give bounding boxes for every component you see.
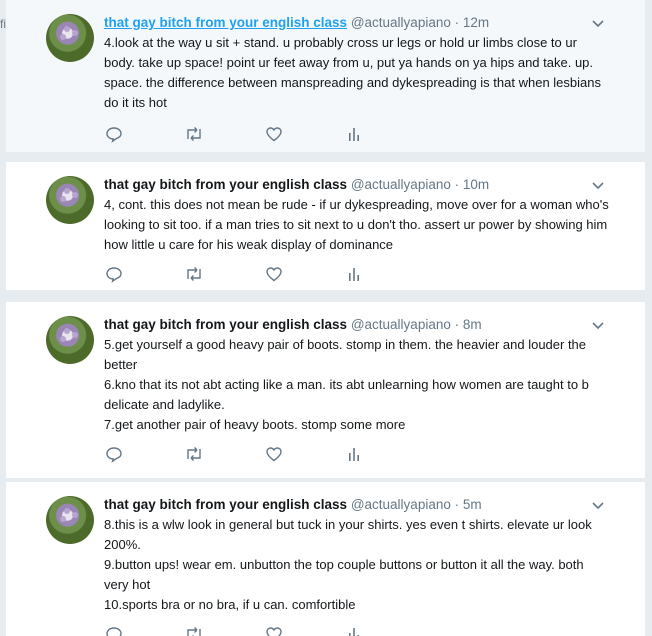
display-name[interactable]: that gay bitch from your english class [104, 177, 347, 192]
tweet-2[interactable]: that gay bitch from your english class @… [6, 162, 645, 290]
user-handle[interactable]: @actuallyapiano [351, 317, 451, 332]
tweet-line: 8.this is a wlw look in general but tuck… [104, 517, 592, 552]
timestamp[interactable]: 8m [463, 317, 482, 332]
user-handle[interactable]: @actuallyapiano [351, 497, 451, 512]
display-name[interactable]: that gay bitch from your english class [104, 497, 347, 512]
timestamp[interactable]: 12m [463, 15, 489, 30]
tweet-line: 10.sports bra or no bra, if u can. comfo… [104, 597, 356, 612]
reply-icon[interactable] [104, 444, 124, 464]
avatar[interactable] [46, 14, 94, 62]
tweet-actions [104, 264, 374, 284]
chevron-down-icon[interactable] [591, 16, 605, 30]
heart-icon[interactable] [264, 444, 284, 464]
tweet-actions [104, 444, 374, 464]
tweet-4[interactable]: that gay bitch from your english class @… [6, 482, 645, 636]
timestamp[interactable]: 10m [463, 177, 489, 192]
heart-icon[interactable] [264, 264, 284, 284]
tweet-1[interactable]: that gay bitch from your english class @… [6, 0, 645, 152]
tweet-line: 7.get another pair of heavy boots. stomp… [104, 417, 406, 432]
timestamp[interactable]: 5m [463, 497, 482, 512]
reply-icon[interactable] [104, 624, 124, 636]
tweet-line: 9.button ups! wear em. unbutton the top … [104, 557, 584, 592]
chevron-down-icon[interactable] [591, 498, 605, 512]
tweet-text: 8.this is a wlw look in general but tuck… [104, 515, 609, 615]
reply-icon[interactable] [104, 264, 124, 284]
tweet-header: that gay bitch from your english class @… [104, 316, 605, 334]
user-handle[interactable]: @actuallyapiano [351, 177, 451, 192]
analytics-icon[interactable] [344, 624, 364, 636]
avatar[interactable] [46, 176, 94, 224]
avatar[interactable] [46, 496, 94, 544]
tweet-actions [104, 124, 374, 144]
user-handle[interactable]: @actuallyapiano [351, 15, 451, 30]
display-name-link[interactable]: that gay bitch from your english class [104, 15, 347, 30]
reply-icon[interactable] [104, 124, 124, 144]
tweet-header: that gay bitch from your english class @… [104, 14, 605, 32]
display-name[interactable]: that gay bitch from your english class [104, 317, 347, 332]
tweet-line: 5.get yourself a good heavy pair of boot… [104, 337, 587, 372]
tweet-text: 4, cont. this does not mean be rude - if… [104, 195, 609, 255]
retweet-icon[interactable] [184, 124, 204, 144]
tweet-actions [104, 624, 374, 636]
tweet-header: that gay bitch from your english class @… [104, 176, 605, 194]
chevron-down-icon[interactable] [591, 178, 605, 192]
avatar[interactable] [46, 316, 94, 364]
tweet-header: that gay bitch from your english class @… [104, 496, 605, 514]
heart-icon[interactable] [264, 624, 284, 636]
retweet-icon[interactable] [184, 624, 204, 636]
tweet-text: 5.get yourself a good heavy pair of boot… [104, 335, 609, 435]
chevron-down-icon[interactable] [591, 318, 605, 332]
tweet-line: 6.kno that its not abt acting like a man… [104, 377, 589, 412]
tweet-3[interactable]: that gay bitch from your english class @… [6, 302, 645, 478]
separator-dot: · [454, 15, 460, 30]
retweet-icon[interactable] [184, 264, 204, 284]
tweet-text: 4.look at the way u sit + stand. u proba… [104, 33, 609, 113]
separator-dot: · [454, 317, 460, 332]
separator-dot: · [454, 177, 460, 192]
analytics-icon[interactable] [344, 124, 364, 144]
separator-dot: · [454, 497, 460, 512]
analytics-icon[interactable] [344, 444, 364, 464]
tweet-line: 4, cont. this does not mean be rude - if… [104, 197, 609, 252]
analytics-icon[interactable] [344, 264, 364, 284]
retweet-icon[interactable] [184, 444, 204, 464]
heart-icon[interactable] [264, 124, 284, 144]
tweet-line: 4.look at the way u sit + stand. u proba… [104, 35, 601, 110]
tweet-feed: that gay bitch from your english class @… [6, 0, 645, 636]
